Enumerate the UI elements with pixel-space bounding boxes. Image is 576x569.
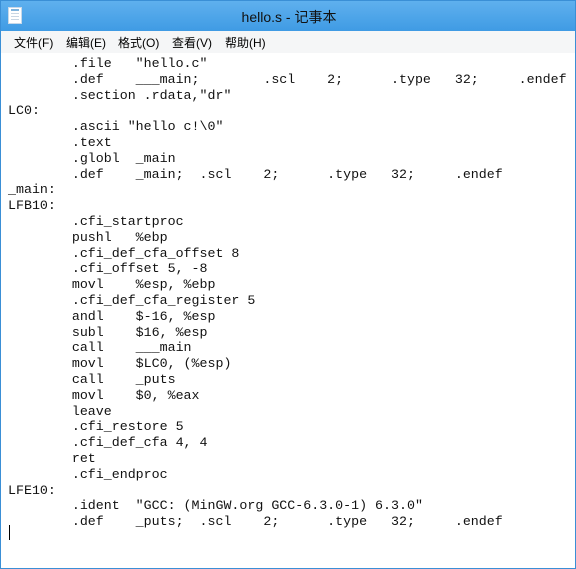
code-line: .def _puts; .scl 2; .type 32; .endef <box>8 514 503 530</box>
code-line: .cfi_offset 5, -8 <box>8 261 208 277</box>
menu-help[interactable]: 帮助(H) <box>224 34 267 51</box>
code-line: leave <box>8 403 112 419</box>
code-line: movl $0, %eax <box>8 387 200 403</box>
code-line: LFE10: <box>8 482 56 498</box>
notepad-window: hello.s - 记事本 文件(F) 编辑(E) 格式(O) 查看(V) 帮助… <box>0 0 576 569</box>
code-line: call _puts <box>8 371 176 387</box>
code-line: .def ___main; .scl 2; .type 32; .endef <box>8 71 567 87</box>
code-line: .section .rdata,"dr" <box>8 87 232 103</box>
code-line: andl $-16, %esp <box>8 308 216 324</box>
menu-file[interactable]: 文件(F) <box>13 34 54 51</box>
code-line: .file "hello.c" <box>8 56 208 71</box>
code-line: ret <box>8 450 96 466</box>
code-line: .ascii "hello c!\0" <box>8 119 224 135</box>
text-editor[interactable]: .file "hello.c" .def ___main; .scl 2; .t… <box>1 53 575 568</box>
code-line: .cfi_def_cfa 4, 4 <box>8 435 208 451</box>
code-line: subl $16, %esp <box>8 324 208 340</box>
code-line: .cfi_endproc <box>8 466 168 482</box>
code-line: _main: <box>8 182 56 198</box>
code-line: .cfi_startproc <box>8 213 184 229</box>
menu-edit[interactable]: 编辑(E) <box>65 34 107 51</box>
code-line: .globl _main <box>8 150 176 166</box>
code-line: movl $LC0, (%esp) <box>8 356 232 372</box>
text-caret <box>9 525 10 540</box>
code-line: .cfi_def_cfa_offset 8 <box>8 245 240 261</box>
code-line: call ___main <box>8 340 192 356</box>
title-bar[interactable]: hello.s - 记事本 <box>1 1 575 31</box>
code-line: pushl %ebp <box>8 229 168 245</box>
menu-bar: 文件(F) 编辑(E) 格式(O) 查看(V) 帮助(H) <box>1 31 575 54</box>
code-line: .cfi_def_cfa_register 5 <box>8 292 256 308</box>
code-line: LFB10: <box>8 198 56 214</box>
code-text[interactable]: .file "hello.c" .def ___main; .scl 2; .t… <box>1 53 575 530</box>
window-title: hello.s - 记事本 <box>241 9 337 25</box>
code-line: LC0: <box>8 103 40 119</box>
code-line: .ident "GCC: (MinGW.org GCC-6.3.0-1) 6.3… <box>8 498 423 514</box>
code-line: .def _main; .scl 2; .type 32; .endef <box>8 166 503 182</box>
code-line: .cfi_restore 5 <box>8 419 184 435</box>
code-line: movl %esp, %ebp <box>8 277 216 293</box>
menu-format[interactable]: 格式(O) <box>117 34 160 51</box>
code-line: .text <box>8 134 112 150</box>
menu-view[interactable]: 查看(V) <box>171 34 213 51</box>
